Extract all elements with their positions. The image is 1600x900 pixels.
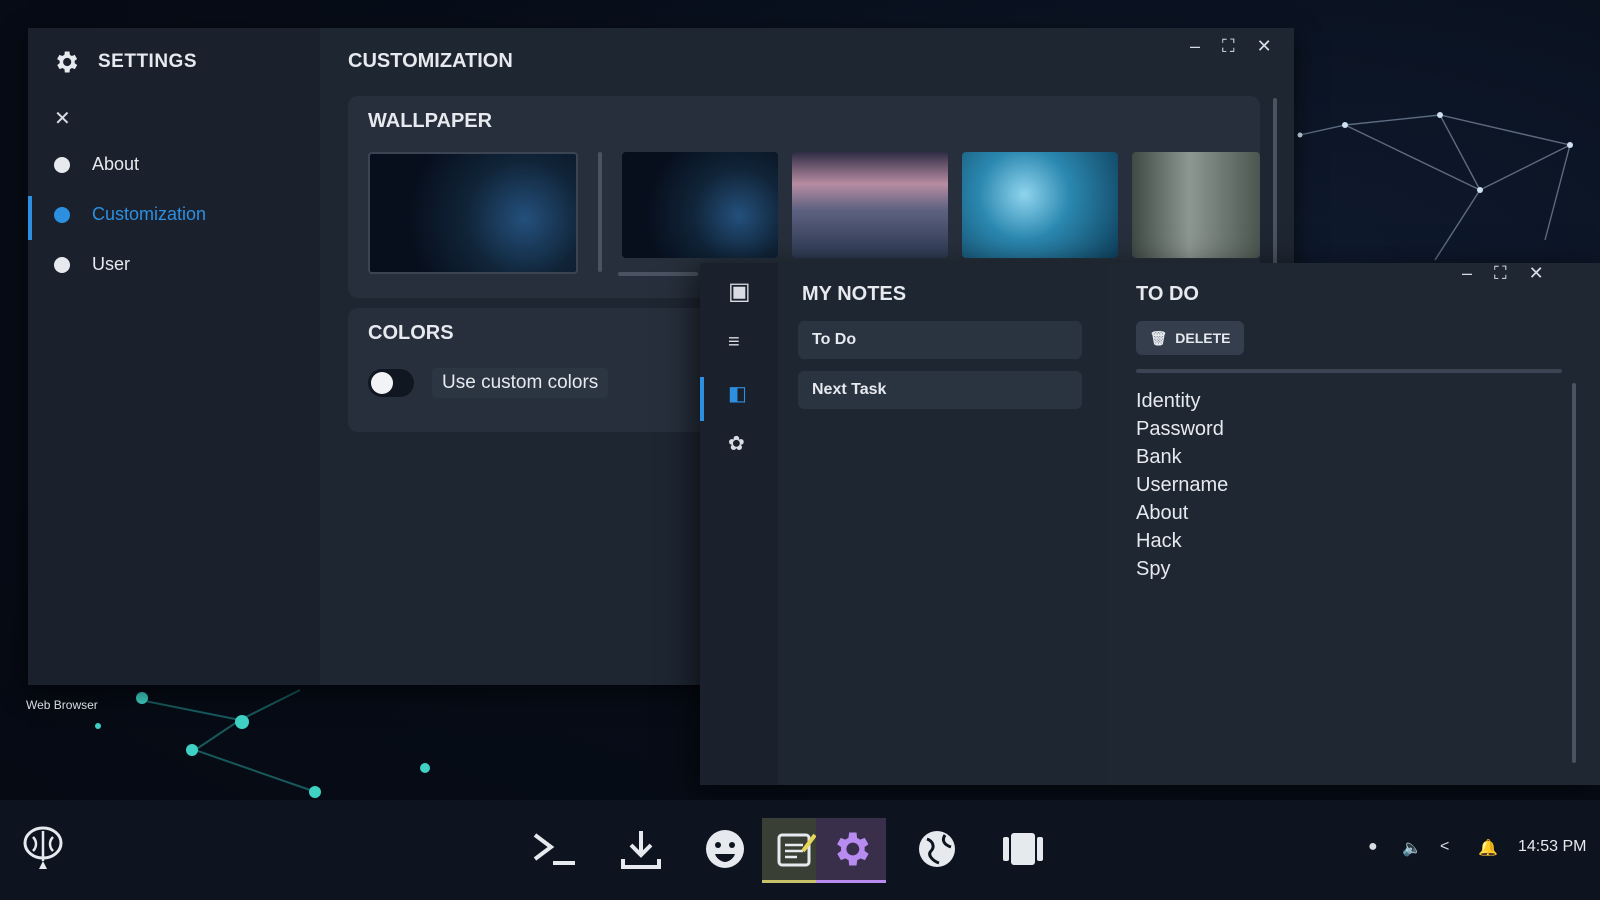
notes-list-title: MY NOTES bbox=[802, 283, 907, 305]
toggle-label: Use custom colors bbox=[432, 368, 609, 398]
close-icon[interactable]: ✕ bbox=[1529, 263, 1544, 284]
list-item[interactable]: Next Task bbox=[798, 371, 1082, 409]
colors-title: COLORS bbox=[368, 322, 454, 344]
emoji-icon[interactable] bbox=[690, 818, 760, 880]
toggle-knob bbox=[371, 372, 393, 394]
sidebar-item-label: User bbox=[92, 254, 131, 274]
note-title: TO DO bbox=[1136, 283, 1199, 305]
minimize-icon[interactable]: – bbox=[1462, 263, 1472, 284]
toggle-switch[interactable] bbox=[368, 369, 414, 397]
wallpaper-thumb-dolphins[interactable] bbox=[962, 152, 1118, 258]
list-icon[interactable]: ≡ bbox=[728, 331, 740, 354]
wallpaper-thumb-mountains[interactable] bbox=[792, 152, 948, 258]
trash-icon: 🗑 bbox=[1149, 329, 1168, 346]
note-line: Username bbox=[1136, 474, 1229, 496]
close-icon[interactable]: ✕ bbox=[1257, 36, 1272, 57]
horizontal-scrollbar[interactable] bbox=[618, 272, 698, 276]
wallpaper-thumb-rain[interactable] bbox=[1132, 152, 1260, 258]
terminal-icon[interactable] bbox=[520, 818, 590, 880]
sidebar-item-user[interactable]: User bbox=[54, 254, 130, 275]
notes-icon[interactable]: ◧ bbox=[728, 381, 747, 406]
maximize-icon[interactable]: ⛶ bbox=[1222, 36, 1235, 57]
user-icon bbox=[54, 256, 70, 273]
page-title: CUSTOMIZATION bbox=[348, 50, 513, 72]
colors-card: COLORS Use custom colors bbox=[348, 308, 738, 432]
list-item[interactable]: To Do bbox=[798, 321, 1082, 359]
palette-icon bbox=[54, 206, 70, 223]
bell-icon[interactable]: 🔔 bbox=[1478, 838, 1498, 858]
palette-icon[interactable]: ✿ bbox=[728, 431, 745, 456]
sticky-note-icon[interactable]: ▣ bbox=[728, 277, 751, 306]
wallpaper-thumb-network[interactable] bbox=[622, 152, 778, 258]
sidebar-item-customization[interactable]: Customization bbox=[54, 204, 206, 225]
record-icon[interactable]: ● bbox=[1368, 838, 1378, 856]
delete-button[interactable]: 🗑 DELETE bbox=[1136, 321, 1244, 355]
wallpaper-divider bbox=[598, 152, 602, 272]
download-icon[interactable] bbox=[606, 818, 676, 880]
globe-icon[interactable] bbox=[902, 818, 972, 880]
notes-window-controls: – ⛶ ✕ bbox=[1462, 263, 1544, 284]
notes-list: MY NOTES To Do Next Task bbox=[778, 263, 1108, 785]
sidebar-item-about[interactable]: About bbox=[54, 154, 139, 175]
close-icon[interactable]: ✕ bbox=[54, 106, 71, 131]
window-manager-icon[interactable] bbox=[988, 818, 1058, 880]
custom-colors-toggle[interactable]: Use custom colors bbox=[368, 368, 609, 398]
wallpaper-thumb-selected[interactable] bbox=[368, 152, 578, 274]
settings-header: SETTINGS bbox=[52, 48, 197, 76]
minimize-icon[interactable]: – bbox=[1190, 36, 1200, 57]
vertical-scrollbar[interactable] bbox=[1572, 383, 1576, 763]
settings-app-icon[interactable] bbox=[816, 818, 886, 883]
volume-icon[interactable]: 🔈 bbox=[1402, 838, 1422, 858]
gear-icon bbox=[57, 51, 78, 73]
divider bbox=[1136, 369, 1562, 373]
note-line: Hack bbox=[1136, 530, 1182, 552]
info-icon bbox=[54, 156, 70, 173]
brain-icon[interactable] bbox=[8, 818, 78, 880]
desktop-icon-label[interactable]: Web Browser bbox=[26, 698, 98, 712]
sidebar-item-label: About bbox=[92, 154, 140, 174]
notes-rail: ▣ ≡ ◧ ✿ bbox=[700, 263, 778, 785]
active-indicator bbox=[700, 377, 704, 421]
notes-window: ▣ ≡ ◧ ✿ MY NOTES To Do Next Task – ⛶ ✕ T… bbox=[700, 263, 1600, 785]
note-body[interactable]: Identity Password Bank Username About Ha… bbox=[1136, 387, 1228, 583]
note-line: Spy bbox=[1136, 558, 1171, 580]
settings-title: SETTINGS bbox=[98, 51, 198, 72]
note-line: Identity bbox=[1136, 390, 1201, 412]
note-line: Password bbox=[1136, 418, 1224, 440]
maximize-icon[interactable]: ⛶ bbox=[1494, 263, 1507, 284]
wallpaper-title: WALLPAPER bbox=[368, 110, 493, 132]
delete-label: DELETE bbox=[1175, 330, 1231, 346]
sidebar-item-label: Customization bbox=[92, 204, 207, 224]
note-line: About bbox=[1136, 502, 1189, 524]
share-icon[interactable]: < bbox=[1440, 838, 1449, 856]
active-indicator bbox=[28, 196, 32, 240]
note-line: Bank bbox=[1136, 446, 1182, 468]
clock[interactable]: 14:53 PM bbox=[1518, 838, 1586, 856]
settings-sidebar: SETTINGS ✕ About Customization User bbox=[28, 28, 320, 685]
settings-window-controls: – ⛶ ✕ bbox=[1190, 36, 1272, 57]
